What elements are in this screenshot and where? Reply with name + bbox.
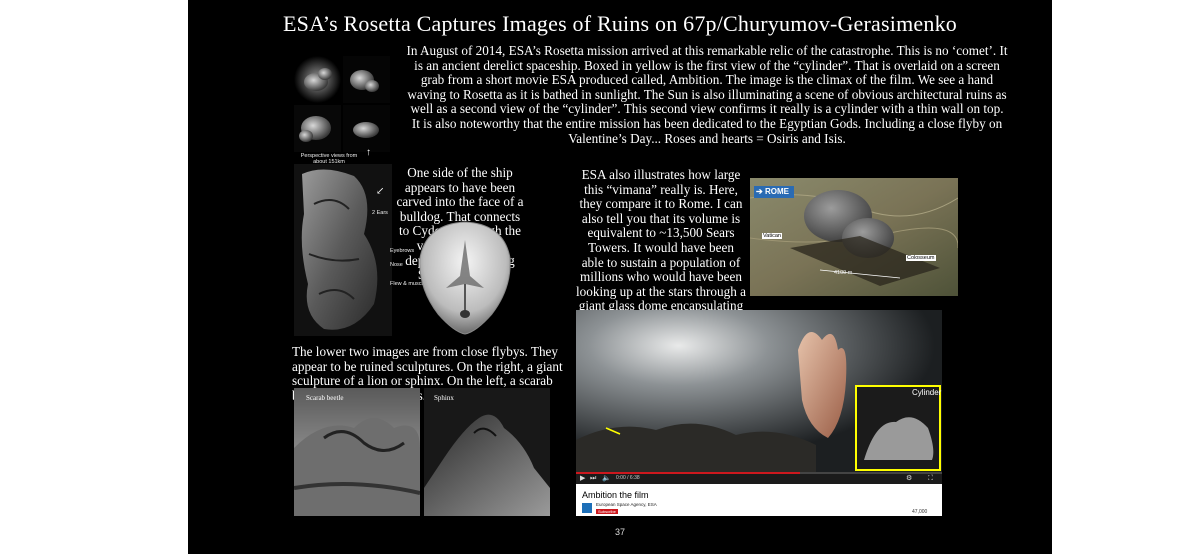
distance-label: 4100 m xyxy=(834,270,853,276)
page-number: 37 xyxy=(614,527,625,537)
ambition-video-frame xyxy=(576,310,942,472)
arrow-icon: ↙ xyxy=(376,186,385,197)
fullscreen-icon[interactable]: ⛶ xyxy=(928,474,933,483)
settings-icon[interactable]: ⚙ xyxy=(906,474,912,482)
colosseum-label: Colosseum xyxy=(906,255,936,261)
scarab-beetle-image xyxy=(294,388,420,516)
arrow-right-icon: ➔ xyxy=(756,187,763,196)
video-time: 0:00 / 6:38 xyxy=(616,475,640,481)
channel-avatar[interactable] xyxy=(582,503,592,513)
rome-badge: ➔ ROME xyxy=(756,187,789,196)
rome-label: ROME xyxy=(764,187,789,196)
scarab-label: Scarab beetle xyxy=(306,394,344,402)
video-player-controls[interactable]: ▶ ⏭ 🔈 0:00 / 6:38 ⚙ ⛶ xyxy=(576,472,942,484)
sphinx-image xyxy=(424,388,550,516)
video-info-panel: Ambition the film European Space Agency,… xyxy=(576,484,942,516)
comet-perspective-grid xyxy=(294,56,390,152)
play-icon[interactable]: ▶ xyxy=(580,474,585,482)
intro-paragraph: In August of 2014, ESA’s Rosetta mission… xyxy=(406,43,1008,146)
channel-name[interactable]: European Space Agency, ESA xyxy=(596,502,657,507)
view-count: 47,000 xyxy=(912,509,928,515)
vatican-label: Vatican xyxy=(762,233,782,239)
volume-icon[interactable]: 🔈 xyxy=(602,474,611,482)
cylinder-label: Cylinder xyxy=(912,388,942,397)
video-title[interactable]: Ambition the film xyxy=(582,490,649,500)
page-title: ESA’s Rosetta Captures Images of Ruins o… xyxy=(283,11,957,36)
skip-icon[interactable]: ⏭ xyxy=(590,474,596,483)
up-arrow-icon: ↑ xyxy=(366,147,371,158)
document-page: ESA’s Rosetta Captures Images of Ruins o… xyxy=(188,0,1052,554)
subscribe-button[interactable]: Subscribe xyxy=(596,509,618,514)
dog-star-reflection-image xyxy=(416,218,514,336)
label-ears: 2 Ears xyxy=(372,210,388,216)
sphinx-label: Sphinx xyxy=(434,394,454,402)
